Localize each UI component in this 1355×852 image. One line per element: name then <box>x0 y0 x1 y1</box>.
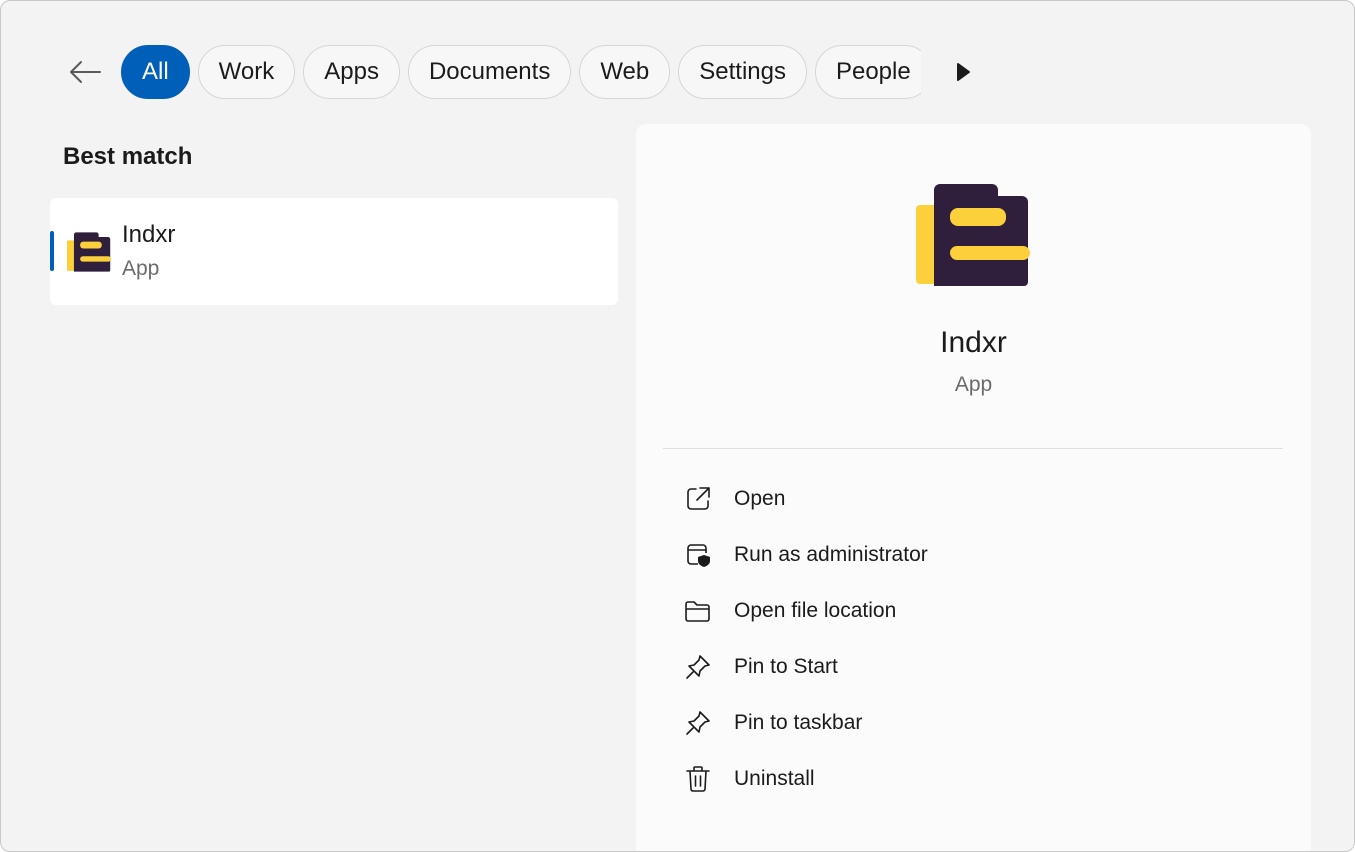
action-pin-to-taskbar[interactable]: Pin to taskbar <box>663 695 1283 751</box>
action-uninstall[interactable]: Uninstall <box>663 751 1283 807</box>
selection-indicator <box>50 231 54 271</box>
chip-apps[interactable]: Apps <box>303 45 400 99</box>
folder-icon <box>683 596 713 626</box>
detail-app-name: Indxr <box>940 326 1007 359</box>
more-filters-button[interactable] <box>943 44 983 100</box>
open-external-icon <box>683 484 713 514</box>
action-uninstall-label: Uninstall <box>734 767 815 790</box>
detail-app-type: App <box>954 373 993 396</box>
play-right-icon <box>957 63 970 81</box>
search-window: All Work Apps Documents Web Settings Peo… <box>0 0 1355 852</box>
action-pin-to-start-label: Pin to Start <box>734 655 838 678</box>
action-open-file-location[interactable]: Open file location <box>663 583 1283 639</box>
chip-settings[interactable]: Settings <box>678 45 807 99</box>
pin-icon <box>683 652 713 682</box>
best-match-result[interactable]: Indxr App <box>50 198 618 305</box>
divider <box>663 448 1283 449</box>
filter-chips: All Work Apps Documents Web Settings Peo… <box>121 45 921 99</box>
action-list: Open Run as administrator Open file loca… <box>663 471 1283 807</box>
indxr-app-icon <box>916 184 1030 286</box>
action-run-as-administrator-label: Run as administrator <box>734 543 928 566</box>
action-pin-to-taskbar-label: Pin to taskbar <box>734 711 863 734</box>
indxr-app-icon <box>67 232 111 272</box>
action-open-label: Open <box>734 487 786 510</box>
chip-work[interactable]: Work <box>197 45 296 99</box>
chip-documents[interactable]: Documents <box>407 45 572 99</box>
action-pin-to-start[interactable]: Pin to Start <box>663 639 1283 695</box>
back-button[interactable] <box>61 44 109 100</box>
chip-web[interactable]: Web <box>579 45 671 99</box>
action-open-file-location-label: Open file location <box>734 599 897 622</box>
result-app-type: App <box>122 257 160 280</box>
best-match-heading: Best match <box>63 143 193 170</box>
action-open[interactable]: Open <box>663 471 1283 527</box>
arrow-left-icon <box>70 61 101 83</box>
action-run-as-administrator[interactable]: Run as administrator <box>663 527 1283 583</box>
chip-all[interactable]: All <box>121 45 190 99</box>
filter-bar: All Work Apps Documents Web Settings Peo… <box>61 44 1061 100</box>
pin-icon <box>683 708 713 738</box>
result-app-name: Indxr <box>122 221 176 248</box>
chip-people[interactable]: People <box>814 45 921 99</box>
detail-panel: Indxr App Open Run as administrator Open… <box>636 124 1311 851</box>
admin-shield-icon <box>683 540 713 570</box>
trash-icon <box>683 764 713 794</box>
